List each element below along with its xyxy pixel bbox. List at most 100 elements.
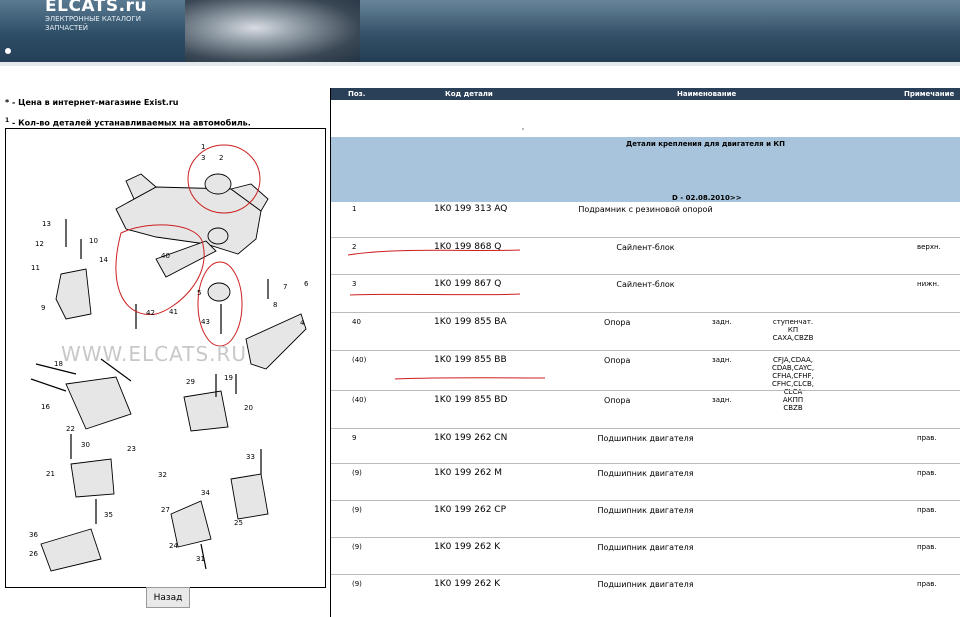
bushing-2 bbox=[204, 173, 232, 195]
bracket-25 bbox=[230, 473, 269, 520]
callout-30: 30 bbox=[81, 441, 90, 449]
row-part-code: 1K0 199 855 BA bbox=[434, 317, 507, 327]
callout-42: 42 bbox=[146, 309, 155, 317]
callout-40: 40 bbox=[161, 252, 170, 260]
header-subbar bbox=[0, 62, 960, 66]
header-pos: Поз. bbox=[348, 90, 366, 98]
row-applicability-line: АКПП bbox=[782, 396, 804, 404]
row-note: прав. bbox=[917, 580, 937, 588]
row-applicability: АКПП CBZB bbox=[763, 396, 823, 412]
underline-row-40b bbox=[394, 377, 546, 380]
callout-16: 16 bbox=[41, 403, 50, 411]
site-header: ELCATS.ru ЭЛЕКТРОННЫЕ КАТАЛОГИ ЗАПЧАСТЕЙ bbox=[0, 0, 960, 62]
logo-subtitle-line2: ЗАПЧАСТЕЙ bbox=[45, 24, 88, 32]
row-applicability-line: CFJA,CDAA, bbox=[772, 356, 814, 364]
red-circle-bottom bbox=[197, 261, 243, 347]
callout-1: 1 bbox=[201, 143, 205, 151]
site-logo[interactable]: ELCATS.ru bbox=[45, 0, 147, 16]
header-code: Код детали bbox=[445, 90, 493, 98]
bushing-center bbox=[207, 227, 229, 245]
callout-2: 2 bbox=[219, 154, 223, 162]
row-name: Опора bbox=[604, 396, 631, 405]
parts-diagram: 1 2 3 40 42 41 43 5 6 7 4 8 9 10 11 12 1… bbox=[5, 128, 326, 588]
callout-23: 23 bbox=[127, 445, 136, 453]
callout-36: 36 bbox=[29, 531, 38, 539]
row-name: Опора bbox=[604, 356, 631, 365]
stray-mark: ' bbox=[522, 127, 524, 135]
callout-13: 13 bbox=[42, 220, 51, 228]
row-separator bbox=[331, 428, 960, 429]
row-applicability-line: CBZB bbox=[783, 404, 803, 412]
row-separator bbox=[331, 312, 960, 313]
section-title: Детали крепления для двигателя и КП bbox=[626, 140, 785, 148]
callout-9: 9 bbox=[41, 304, 45, 312]
header-name: Наименование bbox=[677, 90, 737, 98]
bushing-3 bbox=[207, 282, 231, 302]
bolts bbox=[30, 219, 269, 570]
callout-34: 34 bbox=[201, 489, 210, 497]
callout-32: 32 bbox=[158, 471, 167, 479]
row-name: Сайлент-блок bbox=[616, 280, 675, 289]
header-bullet-icon bbox=[5, 48, 11, 54]
row-applicability-line: КП bbox=[787, 326, 799, 334]
row-name: Подшипник двигателя bbox=[597, 469, 694, 478]
engine-banner-image bbox=[185, 0, 360, 62]
row-separator bbox=[331, 274, 960, 275]
callout-33: 33 bbox=[246, 453, 255, 461]
callout-4: 4 bbox=[300, 319, 305, 327]
callout-12: 12 bbox=[35, 240, 44, 248]
row-applicability: ступенчат. КП CAXA,CBZB bbox=[763, 318, 823, 342]
callout-6: 6 bbox=[304, 280, 309, 288]
row-separator bbox=[331, 574, 960, 575]
callout-3: 3 bbox=[201, 154, 205, 162]
row-separator bbox=[331, 237, 960, 238]
callout-24: 24 bbox=[169, 542, 178, 550]
bracket-26 bbox=[40, 528, 102, 572]
callout-8: 8 bbox=[273, 301, 277, 309]
callout-19: 19 bbox=[224, 374, 233, 382]
row-name-qualifier: задн. bbox=[712, 318, 732, 326]
logo-subtitle-line1: ЭЛЕКТРОННЫЕ КАТАЛОГИ bbox=[45, 15, 142, 23]
qty-note-text: - Кол-во деталей устанавливаемых на авто… bbox=[9, 118, 251, 128]
back-button[interactable]: Назад bbox=[146, 587, 190, 608]
engine-mount-9 bbox=[55, 268, 92, 320]
mount-21 bbox=[70, 458, 115, 498]
callout-41: 41 bbox=[169, 308, 178, 316]
row-name-qualifier: задн. bbox=[712, 396, 732, 404]
row-separator bbox=[331, 390, 960, 391]
row-name-qualifier: задн. bbox=[712, 356, 732, 364]
section-date: D - 02.08.2010>> bbox=[672, 194, 742, 202]
header-wave-decoration bbox=[360, 0, 960, 62]
row-note: прав. bbox=[917, 469, 937, 477]
callout-43: 43 bbox=[201, 318, 210, 326]
row-name: Опора bbox=[604, 318, 631, 327]
callout-22: 22 bbox=[66, 425, 75, 433]
parts-table-header: Поз. Код детали Наименование Примечание bbox=[331, 88, 960, 100]
callout-10: 10 bbox=[89, 237, 98, 245]
callout-5: 5 bbox=[197, 289, 201, 297]
row-applicability-line: CAXA,CBZB bbox=[772, 334, 814, 342]
callout-21: 21 bbox=[46, 470, 55, 478]
legend-notes: * - Цена в интернет-магазине Exist.ru 1 … bbox=[5, 94, 251, 133]
row-name: Подшипник двигателя bbox=[597, 434, 694, 443]
row-separator bbox=[331, 463, 960, 464]
row-applicability-line: CFHA,CFHF, bbox=[772, 372, 814, 380]
row-position: (40) bbox=[352, 396, 367, 404]
row-name: Подшипник двигателя bbox=[597, 543, 694, 552]
callout-29: 29 bbox=[186, 378, 195, 386]
row-name: Сайлент-блок bbox=[616, 243, 675, 252]
row-note: верхн. bbox=[917, 243, 941, 251]
bracket-24 bbox=[170, 500, 212, 548]
header-note: Примечание bbox=[904, 90, 955, 98]
callout-25: 25 bbox=[234, 519, 243, 527]
callout-26: 26 bbox=[29, 550, 38, 558]
row-part-code: 1K0 199 855 BB bbox=[434, 355, 507, 365]
row-name: Подшипник двигателя bbox=[597, 506, 694, 515]
control-arm-4 bbox=[245, 313, 307, 370]
callout-20: 20 bbox=[244, 404, 253, 412]
callout-31: 31 bbox=[196, 555, 205, 563]
diagram-watermark: WWW.ELCATS.RU bbox=[61, 342, 248, 366]
row-separator bbox=[331, 350, 960, 351]
underline-row-3 bbox=[349, 293, 521, 296]
row-applicability-line: CFHC,CLCB, bbox=[772, 380, 814, 388]
